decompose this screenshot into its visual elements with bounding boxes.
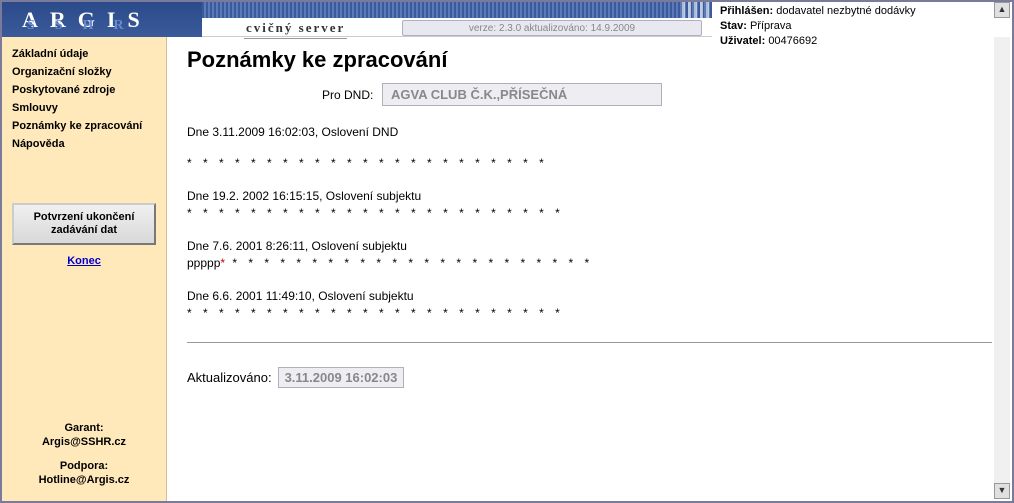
scroll-down-icon[interactable]: ▼ xyxy=(994,483,1010,499)
separator xyxy=(187,342,992,343)
support-value: Hotline@Argis.cz xyxy=(12,473,156,487)
sidebar-item-basic[interactable]: Základní údaje xyxy=(12,45,156,63)
confirm-end-button[interactable]: Potvrzení ukončení zadávání dat xyxy=(12,203,156,245)
sidebar: Základní údaje Organizační složky Poskyt… xyxy=(2,37,167,501)
state-label: Stav: xyxy=(720,20,747,32)
sidebar-footer: Garant: Argis@SSHR.cz Podpora: Hotline@A… xyxy=(12,411,156,493)
garant-value: Argis@SSHR.cz xyxy=(12,435,156,449)
note-entry: Dne 7.6. 2001 8:26:11, Oslovení subjektu… xyxy=(187,238,992,272)
note-entry: Dne 6.6. 2001 11:49:10, Oslovení subjekt… xyxy=(187,288,992,322)
note-stars: * * * * * * * * * * * * * * * * * * * * … xyxy=(187,205,992,222)
header-middle: cvičný server verze: 2.3.0 aktualizováno… xyxy=(202,2,712,37)
sidebar-item-org[interactable]: Organizační složky xyxy=(12,63,156,81)
note-line: Dne 7.6. 2001 8:26:11, Oslovení subjektu xyxy=(187,238,992,255)
note-stars: * * * * * * * * * * * * * * * * * * * * … xyxy=(187,155,992,172)
sidebar-item-notes[interactable]: Poznámky ke zpracování xyxy=(12,117,156,135)
scroll-up-icon[interactable]: ▲ xyxy=(994,2,1010,18)
note-line: Dne 6.6. 2001 11:49:10, Oslovení subjekt… xyxy=(187,288,992,305)
garant-label: Garant: xyxy=(12,421,156,435)
updated-label: Aktualizováno: xyxy=(187,370,272,385)
page-title: Poznámky ke zpracování xyxy=(187,47,992,73)
support-label: Podpora: xyxy=(12,459,156,473)
version-box: verze: 2.3.0 aktualizováno: 14.9.2009 xyxy=(402,20,702,36)
main-content: Poznámky ke zpracování Pro DND: AGVA CLU… xyxy=(167,37,1012,501)
header-user-info: Přihlášen: dodavatel nezbytné dodávky St… xyxy=(712,2,1012,37)
logo-subtext: SSHR xyxy=(27,18,144,34)
note-stars: * * * * * * * * * * * * * * * * * * * * … xyxy=(225,256,593,270)
sidebar-item-contracts[interactable]: Smlouvy xyxy=(12,99,156,117)
sidebar-item-help[interactable]: Nápověda xyxy=(12,135,156,153)
note-line: Dne 19.2. 2002 16:15:15, Oslovení subjek… xyxy=(187,188,992,205)
note-line: Dne 3.11.2009 16:02:03, Oslovení DND xyxy=(187,124,992,141)
updated-row: Aktualizováno: 3.11.2009 16:02:03 xyxy=(187,367,992,388)
state-value: Příprava xyxy=(750,20,792,32)
konec-link[interactable]: Konec xyxy=(12,255,156,267)
header-stripe xyxy=(202,2,712,18)
logo-area: ARGIS SSHR xyxy=(2,2,202,37)
notes-list: Dne 3.11.2009 16:02:03, Oslovení DND * *… xyxy=(187,124,992,322)
dnd-field-label: Pro DND: xyxy=(322,88,382,102)
login-value: dodavatel nezbytné dodávky xyxy=(776,5,915,17)
header: ARGIS SSHR cvičný server verze: 2.3.0 ak… xyxy=(2,2,1012,37)
note-entry: Dne 19.2. 2002 16:15:15, Oslovení subjek… xyxy=(187,188,992,222)
sidebar-item-resources[interactable]: Poskytované zdroje xyxy=(12,81,156,99)
note-entry: Dne 3.11.2009 16:02:03, Oslovení DND * *… xyxy=(187,124,992,172)
dnd-field-value: AGVA CLUB Č.K.,PŘÍSEČNÁ xyxy=(382,83,662,106)
note-stars-line: ppppp * * * * * * * * * * * * * * * * * *… xyxy=(187,255,992,272)
login-label: Přihlášen: xyxy=(720,5,773,17)
note-prefix: ppppp xyxy=(187,256,220,270)
dnd-field-row: Pro DND: AGVA CLUB Č.K.,PŘÍSEČNÁ xyxy=(322,83,992,106)
note-stars: * * * * * * * * * * * * * * * * * * * * … xyxy=(187,305,992,322)
scrollbar[interactable]: ▼ xyxy=(994,37,1010,499)
updated-value: 3.11.2009 16:02:03 xyxy=(278,367,405,388)
